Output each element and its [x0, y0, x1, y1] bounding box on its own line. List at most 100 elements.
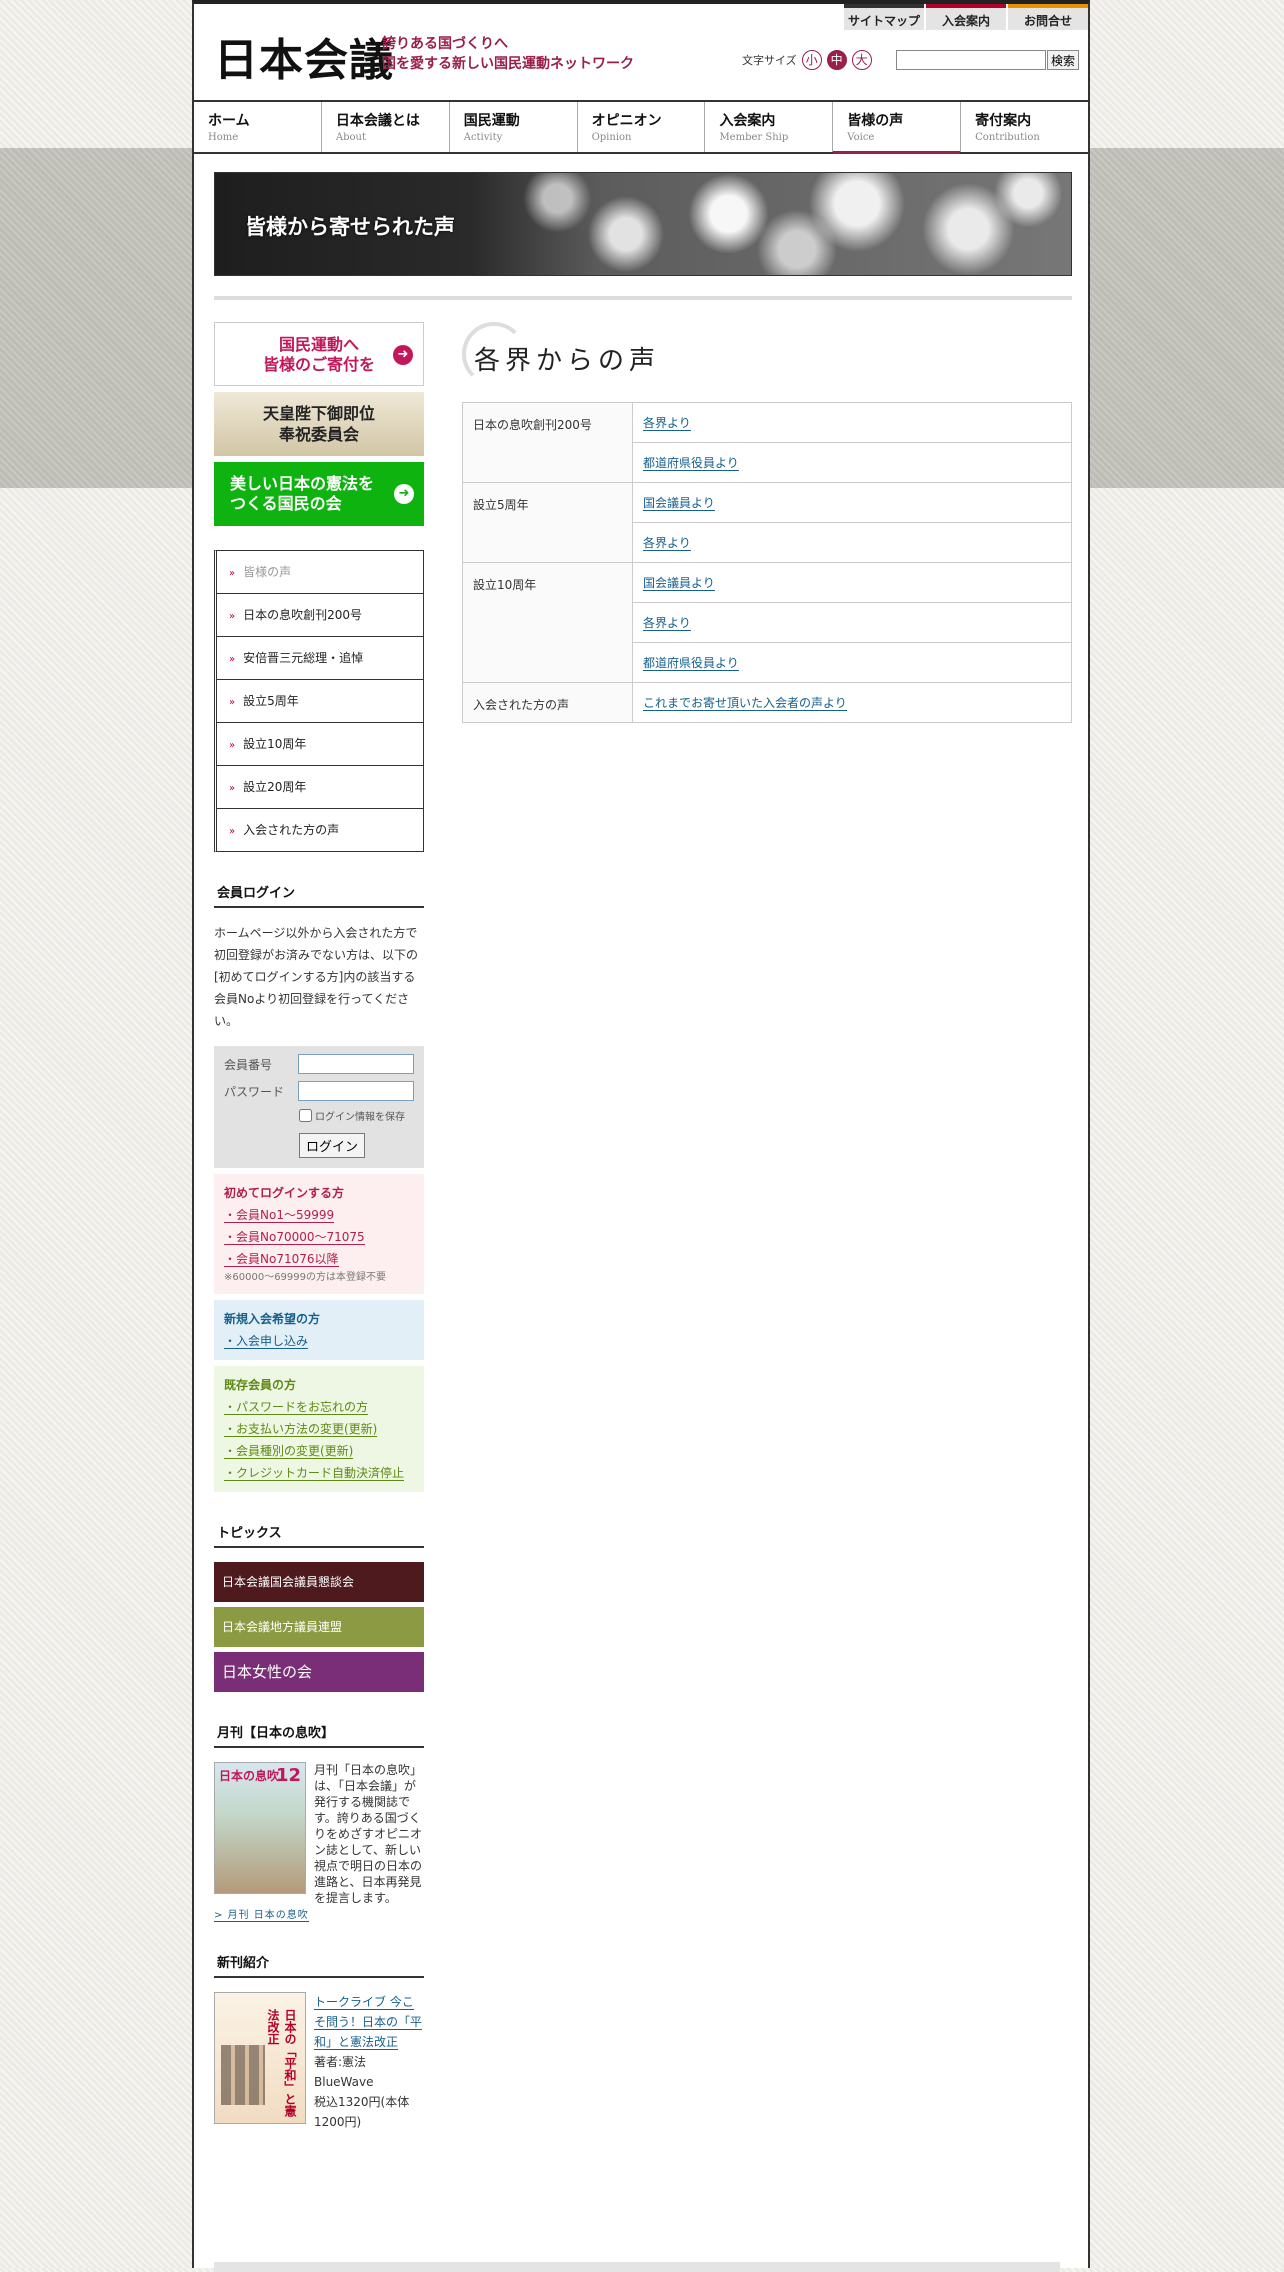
- remember-checkbox[interactable]: [299, 1109, 312, 1122]
- site-tagline: 誇りある国づくりへ 国を愛する新しい国民運動ネットワーク: [382, 34, 634, 74]
- bullet-icon: »: [229, 740, 236, 751]
- first-login-title: 初めてログインする方: [224, 1186, 345, 1200]
- first-login-link-1[interactable]: ・会員No1～59999: [224, 1208, 335, 1223]
- nav-label: 皆様の声: [847, 113, 904, 129]
- nav-sublabel: About: [335, 132, 366, 143]
- nav-sublabel: Activity: [463, 132, 503, 143]
- font-size-medium-button[interactable]: 中: [826, 50, 847, 70]
- membership-type-link[interactable]: ・会員種別の変更(更新): [224, 1444, 354, 1459]
- submenu-item-5th-anniversary[interactable]: » 設立5周年: [217, 680, 423, 723]
- nav-item-activity[interactable]: 国民運動 Activity: [450, 102, 578, 152]
- voice-link[interactable]: 都道府県役員より: [643, 456, 739, 471]
- voice-link[interactable]: 各界より: [643, 536, 691, 551]
- nav-item-voice[interactable]: 皆様の声 Voice: [833, 102, 962, 154]
- book-cover[interactable]: 日本の「平和」と憲法改正: [214, 1992, 306, 2124]
- submenu-item-memorial[interactable]: » 安倍晋三元総理・追悼: [217, 637, 423, 680]
- password-input[interactable]: [298, 1081, 414, 1101]
- table-cell: 国会議員より: [632, 482, 1072, 523]
- table-row: 設立10周年 国会議員より: [462, 562, 1072, 683]
- voice-link[interactable]: 国会議員より: [643, 496, 715, 511]
- bullet-icon: »: [229, 654, 236, 665]
- arrow-right-icon: ➜: [393, 345, 413, 365]
- book-info: トークライブ 今こそ問う！日本の「平和」と憲法改正 著者:憲法BlueWave …: [306, 1992, 424, 2132]
- bullet-icon: »: [229, 826, 236, 837]
- forgot-password-link[interactable]: ・パスワードをお忘れの方: [224, 1400, 369, 1415]
- submenu-item-10th-anniversary[interactable]: » 設立10周年: [217, 723, 423, 766]
- sitemap-link[interactable]: サイトマップ: [844, 4, 924, 30]
- page-banner: 皆様から寄せられた声: [214, 172, 1072, 276]
- bullet-icon: »: [229, 611, 236, 622]
- submenu-label: 設立20周年: [243, 780, 307, 794]
- login-title: 会員ログイン: [214, 882, 424, 908]
- table-cell: 都道府県役員より: [632, 642, 1072, 683]
- topic-diet-members[interactable]: 日本会議国会議員懇談会: [214, 1562, 424, 1602]
- voice-link[interactable]: 国会議員より: [643, 576, 715, 591]
- first-login-link-3[interactable]: ・会員No71076以降: [224, 1252, 339, 1267]
- login-button[interactable]: ログイン: [299, 1133, 366, 1158]
- password-label: パスワード: [224, 1084, 285, 1099]
- book-cover-title: 日本の「平和」と憲法改正: [266, 2009, 297, 2117]
- membership-info-link[interactable]: 入会案内: [926, 4, 1006, 30]
- remember-label: ログイン情報を保存: [315, 1112, 405, 1123]
- submenu-label: 設立5周年: [243, 694, 299, 708]
- nav-sublabel: Contribution: [975, 132, 1040, 143]
- donate-line-2: 皆様のご寄付を: [262, 355, 375, 374]
- submenu-item-new-members[interactable]: » 入会された方の声: [217, 809, 423, 851]
- table-category: 設立5周年: [462, 482, 633, 563]
- font-size-large-button[interactable]: 大: [851, 50, 872, 70]
- join-link[interactable]: ・入会申し込み: [224, 1334, 309, 1349]
- search-input[interactable]: [896, 50, 1046, 70]
- contact-link[interactable]: お問合せ: [1008, 4, 1088, 30]
- first-login-link-2[interactable]: ・会員No70000～71075: [224, 1230, 365, 1245]
- global-nav: ホーム Home 日本会議とは About 国民運動 Activity オピニオン Op…: [194, 100, 1088, 154]
- banner-title: 皆様から寄せられた声: [245, 214, 455, 239]
- nav-item-membership[interactable]: 入会案内 Member Ship: [705, 102, 834, 152]
- submenu-label: 皆様の声: [243, 565, 292, 579]
- payment-change-link[interactable]: ・お支払い方法の変更(更新): [224, 1422, 378, 1437]
- table-category: 設立10周年: [462, 562, 633, 683]
- site-logo[interactable]: 日本会議: [214, 24, 394, 88]
- topic-women-association[interactable]: 日本女性の会: [214, 1652, 424, 1692]
- voice-link[interactable]: これまでお寄せ頂いた入会者の声より: [643, 696, 847, 711]
- stop-card-payment-link[interactable]: ・クレジットカード自動決済停止: [224, 1466, 405, 1481]
- nav-item-home[interactable]: ホーム Home: [194, 102, 322, 152]
- magazine-description: 月刊「日本の息吹」は、「日本会議」が発行する機関誌です。誇りある国づくりをめざす…: [314, 1763, 423, 1905]
- topic-local-assembly[interactable]: 日本会議地方議員連盟: [214, 1607, 424, 1647]
- voice-link[interactable]: 各界より: [643, 616, 691, 631]
- topics-list: 日本会議国会議員懇談会 日本会議地方議員連盟 日本女性の会: [214, 1562, 424, 1692]
- magazine-cover[interactable]: 日本の息吹 12: [214, 1762, 306, 1894]
- table-row: 日本の息吹創刊200号 各界より: [462, 402, 1072, 483]
- bullet-icon: »: [229, 568, 236, 579]
- nav-item-opinion[interactable]: オピニオン Opinion: [578, 102, 706, 152]
- magazine-cover-title: 日本の息吹: [219, 1769, 280, 1783]
- submenu-item-20th-anniversary[interactable]: » 設立20周年: [217, 766, 423, 809]
- search-form: 検索: [896, 50, 1080, 70]
- left-sidebar: 国民運動へ 皆様のご寄付を ➜ 天皇陛下御即位 奉祝委員会 美しい日本の憲法を …: [214, 322, 424, 2132]
- password-row: パスワード: [224, 1081, 414, 1101]
- book-title-link[interactable]: トークライブ 今こそ問う！日本の「平和」と憲法改正: [314, 1995, 423, 2050]
- magazine-link[interactable]: > 月刊 日本の息吹: [214, 1910, 309, 1922]
- font-size-label: 文字サイズ: [742, 54, 797, 67]
- voice-link[interactable]: 都道府県役員より: [643, 656, 739, 671]
- submenu-item-200th-issue[interactable]: » 日本の息吹創刊200号: [217, 594, 423, 637]
- footer-bar: [214, 2262, 1060, 2272]
- emperor-line-2: 奉祝委員会: [278, 425, 359, 444]
- voice-link[interactable]: 各界より: [643, 416, 691, 431]
- nav-item-contribution[interactable]: 寄付案内 Contribution: [961, 102, 1088, 152]
- nav-label: 国民運動: [463, 113, 520, 129]
- emperor-committee-banner[interactable]: 天皇陛下御即位 奉祝委員会: [214, 392, 424, 456]
- search-button[interactable]: 検索: [1047, 50, 1080, 70]
- submenu-item-voice[interactable]: » 皆様の声: [217, 551, 423, 594]
- donate-banner[interactable]: 国民運動へ 皆様のご寄付を ➜: [214, 322, 424, 386]
- constitution-banner[interactable]: 美しい日本の憲法を つくる国民の会 ➜: [214, 462, 424, 526]
- login-form: 会員番号 パスワード ログイン情報を保存 ログイン: [214, 1046, 424, 1168]
- voice-table: 日本の息吹創刊200号 各界より 都道府県役員より 設立5周年 国会議員より 各…: [462, 402, 1072, 723]
- table-cell: 各界より: [632, 402, 1072, 443]
- member-no-input[interactable]: [298, 1054, 414, 1074]
- table-category: 日本の息吹創刊200号: [462, 402, 633, 483]
- nav-item-about[interactable]: 日本会議とは About: [322, 102, 450, 152]
- book-author: 著者:憲法BlueWave: [314, 2055, 374, 2089]
- member-no-label: 会員番号: [224, 1057, 273, 1072]
- font-size-small-button[interactable]: 小: [801, 50, 822, 70]
- new-book-block: 日本の「平和」と憲法改正 トークライブ 今こそ問う！日本の「平和」と憲法改正 著…: [214, 1992, 424, 2132]
